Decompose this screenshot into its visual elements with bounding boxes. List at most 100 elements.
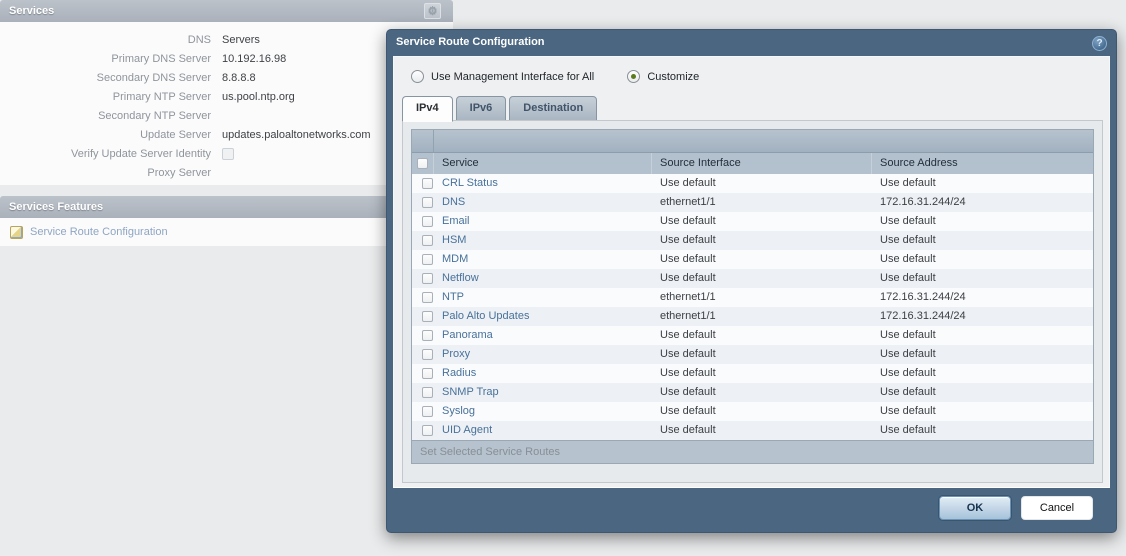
row-checkbox-cell xyxy=(412,193,434,212)
source-address-cell: Use default xyxy=(872,212,1093,231)
dialog-titlebar: Service Route Configuration ? xyxy=(387,30,1116,56)
row-checkbox[interactable] xyxy=(422,425,433,436)
service-link[interactable]: Palo Alto Updates xyxy=(442,310,529,322)
service-link[interactable]: HSM xyxy=(442,234,466,246)
service-link[interactable]: CRL Status xyxy=(442,177,498,189)
row-checkbox[interactable] xyxy=(422,197,433,208)
table-row[interactable]: NetflowUse defaultUse default xyxy=(412,269,1093,288)
row-checkbox-cell xyxy=(412,250,434,269)
select-all-checkbox[interactable] xyxy=(417,158,428,169)
table-row[interactable]: SNMP TrapUse defaultUse default xyxy=(412,383,1093,402)
verify-update-server-checkbox[interactable] xyxy=(222,148,234,160)
table-row[interactable]: Palo Alto Updates ethernet1/1172.16.31.24… xyxy=(412,307,1093,326)
table-row[interactable]: NTPethernet1/1172.16.31.244/24 xyxy=(412,288,1093,307)
row-checkbox[interactable] xyxy=(422,216,433,227)
row-checkbox[interactable] xyxy=(422,178,433,189)
source-address-cell: Use default xyxy=(872,364,1093,383)
column-header-service[interactable]: Service xyxy=(434,153,652,174)
row-checkbox[interactable] xyxy=(422,235,433,246)
service-link[interactable]: Radius xyxy=(442,367,476,379)
source-address-cell: 172.16.31.244/24 xyxy=(872,288,1093,307)
service-link[interactable]: Email xyxy=(442,215,470,227)
service-link[interactable]: Syslog xyxy=(442,405,475,417)
row-checkbox[interactable] xyxy=(422,273,433,284)
table-row[interactable]: DNSethernet1/1172.16.31.244/24 xyxy=(412,193,1093,212)
row-checkbox-cell xyxy=(412,421,434,440)
service-link[interactable]: SNMP Trap xyxy=(442,386,499,398)
row-checkbox[interactable] xyxy=(422,311,433,322)
row-checkbox-cell xyxy=(412,383,434,402)
source-address-cell: 172.16.31.244/24 xyxy=(872,307,1093,326)
source-address-cell: Use default xyxy=(872,250,1093,269)
service-cell: DNS xyxy=(434,193,652,212)
source-interface-cell: ethernet1/1 xyxy=(652,307,872,326)
tab-destination[interactable]: Destination xyxy=(509,96,597,121)
row-checkbox[interactable] xyxy=(422,406,433,417)
service-link[interactable]: Panorama xyxy=(442,329,493,341)
source-address-cell: Use default xyxy=(872,326,1093,345)
table-row[interactable]: EmailUse defaultUse default xyxy=(412,212,1093,231)
source-interface-cell: ethernet1/1 xyxy=(652,193,872,212)
row-checkbox-cell xyxy=(412,402,434,421)
table-row[interactable]: SyslogUse defaultUse default xyxy=(412,402,1093,421)
radio-circle-selected-icon[interactable] xyxy=(627,70,640,83)
row-checkbox[interactable] xyxy=(422,330,433,341)
row-checkbox[interactable] xyxy=(422,292,433,303)
service-link[interactable]: DNS xyxy=(442,196,465,208)
service-link[interactable]: Netflow xyxy=(442,272,479,284)
source-interface-cell: Use default xyxy=(652,174,872,193)
table-row[interactable]: HSMUse defaultUse default xyxy=(412,231,1093,250)
source-interface-cell: Use default xyxy=(652,326,872,345)
ok-button[interactable]: OK xyxy=(939,496,1011,520)
table-row[interactable]: ProxyUse defaultUse default xyxy=(412,345,1093,364)
gear-icon[interactable]: ⚙ xyxy=(424,3,441,19)
row-checkbox[interactable] xyxy=(422,368,433,379)
row-checkbox[interactable] xyxy=(422,387,433,398)
service-cell: SNMP Trap xyxy=(434,383,652,402)
table-row[interactable]: Panorama Use defaultUse default xyxy=(412,326,1093,345)
table-row[interactable]: CRL Status Use defaultUse default xyxy=(412,174,1093,193)
tab-ipv4[interactable]: IPv4 xyxy=(402,96,453,122)
tab-ipv6[interactable]: IPv6 xyxy=(456,96,507,121)
field-value: Servers xyxy=(222,31,260,50)
service-cell: CRL Status xyxy=(434,174,652,193)
service-link[interactable]: UID Agent xyxy=(442,424,492,436)
service-cell: Proxy xyxy=(434,345,652,364)
row-checkbox-cell xyxy=(412,269,434,288)
row-checkbox[interactable] xyxy=(422,254,433,265)
radio-label: Customize xyxy=(647,71,699,83)
source-address-cell: Use default xyxy=(872,174,1093,193)
source-address-cell: Use default xyxy=(872,421,1093,440)
help-icon[interactable]: ? xyxy=(1092,36,1107,51)
table-row[interactable]: MDMUse defaultUse default xyxy=(412,250,1093,269)
service-cell: Radius xyxy=(434,364,652,383)
service-link[interactable]: Proxy xyxy=(442,348,470,360)
service-route-configuration-dialog: Service Route Configuration ? Use Manage… xyxy=(386,29,1117,533)
column-header-source-address[interactable]: Source Address xyxy=(872,153,1093,174)
row-checkbox-cell xyxy=(412,326,434,345)
row-checkbox-cell xyxy=(412,345,434,364)
table-row[interactable]: RadiusUse defaultUse default xyxy=(412,364,1093,383)
source-interface-cell: Use default xyxy=(652,421,872,440)
table-toolbar xyxy=(412,130,1093,153)
row-checkbox-cell xyxy=(412,364,434,383)
field-value: us.pool.ntp.org xyxy=(222,88,295,107)
source-address-cell: Use default xyxy=(872,402,1093,421)
table-row[interactable]: UID Agent Use defaultUse default xyxy=(412,421,1093,440)
service-link[interactable]: NTP xyxy=(442,291,464,303)
row-checkbox-cell xyxy=(412,212,434,231)
column-header-source-interface[interactable]: Source Interface xyxy=(652,153,872,174)
set-selected-service-routes-button[interactable]: Set Selected Service Routes xyxy=(412,440,1093,463)
field-label: Update Server xyxy=(0,126,222,145)
service-link[interactable]: MDM xyxy=(442,253,468,265)
service-route-config-link[interactable]: Service Route Configuration xyxy=(30,226,168,238)
radio-customize[interactable]: Customize xyxy=(627,70,699,83)
radio-use-management-interface[interactable]: Use Management Interface for All xyxy=(411,70,594,83)
field-label: Primary DNS Server xyxy=(0,50,222,69)
source-interface-cell: Use default xyxy=(652,345,872,364)
row-checkbox[interactable] xyxy=(422,349,433,360)
cancel-button[interactable]: Cancel xyxy=(1021,496,1093,520)
radio-circle-icon[interactable] xyxy=(411,70,424,83)
services-panel-title: Services xyxy=(9,5,54,17)
select-all-cell xyxy=(412,153,434,174)
